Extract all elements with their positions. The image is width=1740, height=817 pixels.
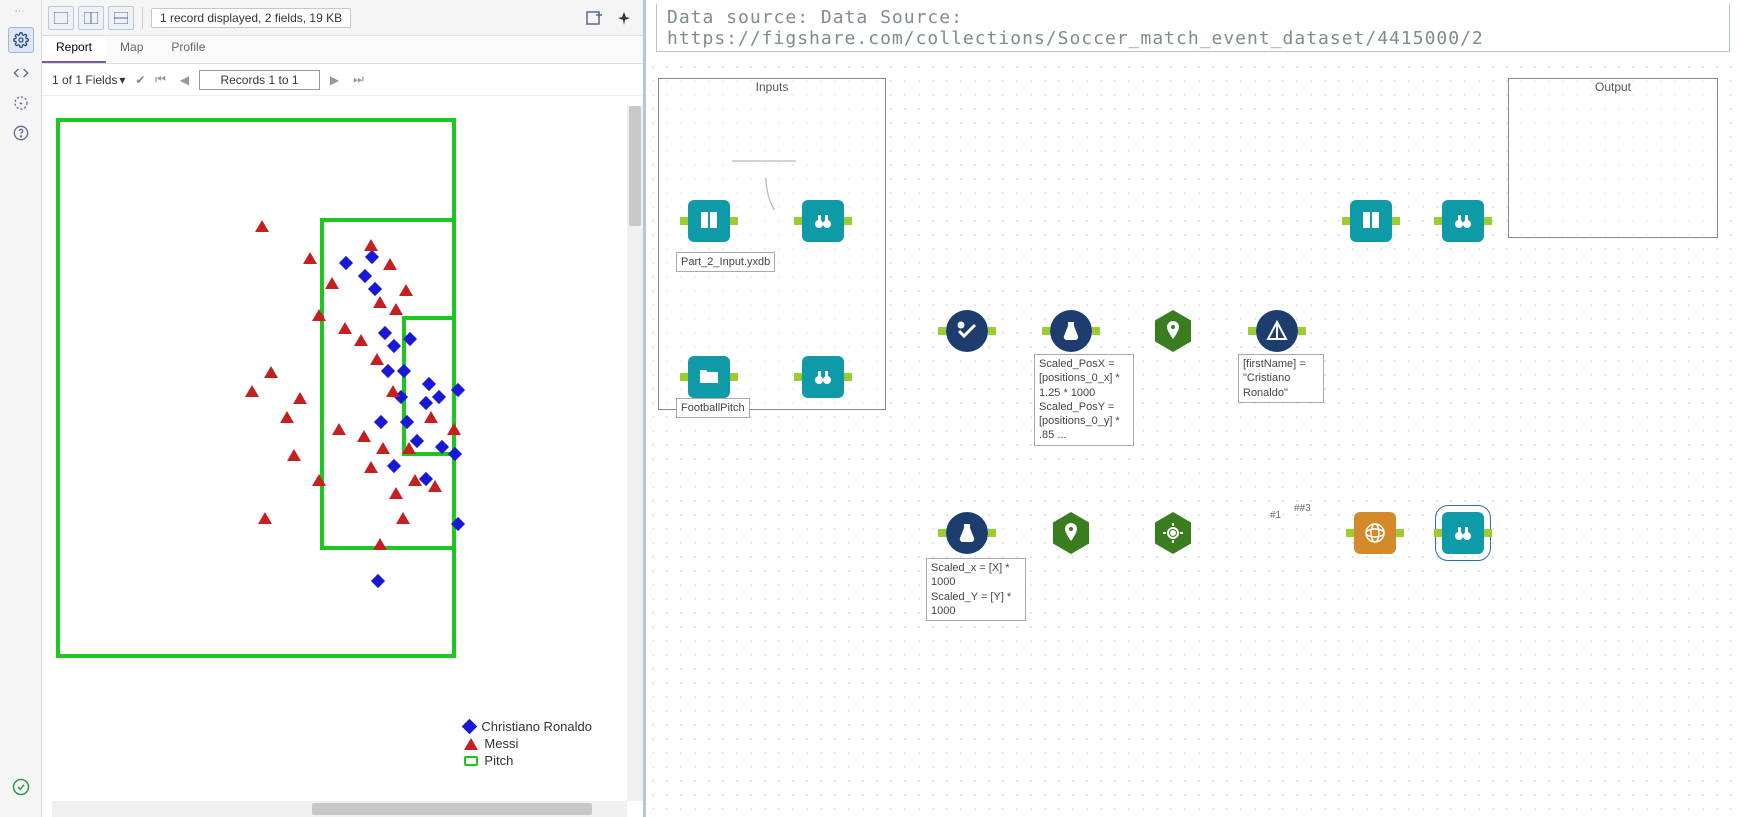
pin-icon[interactable]	[611, 6, 637, 30]
legend-triangle-icon	[464, 738, 478, 750]
data-point	[373, 538, 387, 550]
tool-filter[interactable]	[1256, 310, 1298, 352]
data-point	[428, 480, 442, 492]
tab-report[interactable]: Report	[42, 36, 106, 63]
check-icon[interactable]	[11, 777, 31, 797]
nav-next-icon[interactable]: ▶	[326, 71, 344, 89]
join-port-1: #1	[1270, 510, 1281, 521]
nav-last-icon[interactable]: ⏭	[350, 71, 368, 89]
legend-label-0: Christiano Ronaldo	[481, 719, 592, 734]
data-point	[332, 423, 346, 435]
chart-legend: Christiano Ronaldo Messi Pitch	[454, 711, 602, 776]
tool-reportmap[interactable]	[1354, 512, 1396, 554]
data-point	[287, 449, 301, 461]
data-point	[357, 430, 371, 442]
results-panel: 1 record displayed, 2 fields, 19 KB Repo…	[42, 0, 646, 817]
vertical-scrollbar[interactable]	[627, 106, 643, 801]
data-point	[264, 366, 278, 378]
legend-label-2: Pitch	[484, 753, 513, 768]
fields-label: 1 of 1 Fields	[52, 73, 117, 87]
tool-in2_browse[interactable]	[802, 356, 844, 398]
output-container[interactable]: Output	[1508, 78, 1718, 238]
layout-split-icon[interactable]	[78, 6, 104, 30]
data-point	[396, 512, 410, 524]
inputs-title: Inputs	[659, 78, 885, 96]
left-icon-bar: ⋯	[0, 0, 42, 817]
record-navigator: 1 of 1 Fields ▾ ✔ ⏮ ◀ Records 1 to 1 ▶ ⏭	[42, 64, 643, 96]
data-point	[293, 392, 307, 404]
data-point	[245, 385, 259, 397]
data-point	[383, 258, 397, 270]
horizontal-scrollbar[interactable]	[52, 801, 627, 817]
tab-map[interactable]: Map	[106, 36, 157, 63]
data-point	[370, 353, 384, 365]
fields-dropdown[interactable]: 1 of 1 Fields ▾	[48, 71, 129, 89]
add-panel-icon[interactable]	[581, 6, 607, 30]
record-status: 1 record displayed, 2 fields, 19 KB	[151, 8, 351, 28]
data-point	[258, 512, 272, 524]
results-toolbar: 1 record displayed, 2 fields, 19 KB	[42, 0, 643, 36]
tool-formula1[interactable]	[1050, 310, 1092, 352]
legend-diamond-icon	[462, 719, 478, 735]
legend-label-1: Messi	[484, 736, 518, 751]
nav-first-icon[interactable]: ⏮	[151, 71, 169, 89]
tool-in1_browse[interactable]	[802, 200, 844, 242]
data-point	[373, 296, 387, 308]
check-small-icon: ✔	[135, 73, 145, 87]
data-point	[364, 461, 378, 473]
tool-out_folder[interactable]	[1350, 200, 1392, 242]
view-tabs: Report Map Profile	[42, 36, 643, 64]
tool-out_browse[interactable]	[1442, 200, 1484, 242]
nav-prev-icon[interactable]: ◀	[175, 71, 193, 89]
code-icon[interactable]	[11, 63, 31, 83]
layout-single-icon[interactable]	[48, 6, 74, 30]
data-point	[424, 411, 438, 423]
tool-browse_final[interactable]	[1442, 512, 1484, 554]
data-point	[408, 474, 422, 486]
layout-stack-icon[interactable]	[108, 6, 134, 30]
data-point	[312, 309, 326, 321]
drag-handle-icon[interactable]: ⋯	[15, 6, 27, 17]
input2-filename: FootballPitch	[676, 398, 750, 418]
filter-annotation: [firstName] = "Cristiano Ronaldo"	[1238, 354, 1324, 403]
input1-filename: Part_2_Input.yxdb	[676, 252, 775, 272]
data-point	[255, 220, 269, 232]
tool-in2_folder[interactable]	[688, 356, 730, 398]
tool-in1_folder[interactable]	[688, 200, 730, 242]
data-point	[338, 322, 352, 334]
data-point	[399, 284, 413, 296]
formula2-annotation: Scaled_x = [X] * 1000 Scaled_Y = [Y] * 1…	[926, 558, 1026, 621]
workflow-canvas[interactable]: Data source: Data Source: https://figsha…	[646, 0, 1740, 817]
data-point	[389, 303, 403, 315]
formula1-annotation: Scaled_PosX = [positions_0_x] * 1.25 * 1…	[1034, 354, 1134, 446]
legend-pitch-icon	[464, 756, 478, 766]
data-point	[376, 442, 390, 454]
tool-formula2[interactable]	[946, 512, 988, 554]
report-viewport[interactable]: Christiano Ronaldo Messi Pitch	[42, 96, 643, 817]
data-point	[447, 423, 461, 435]
chevron-down-icon: ▾	[119, 73, 125, 87]
data-point	[312, 474, 326, 486]
tab-profile[interactable]: Profile	[157, 36, 219, 63]
data-point	[325, 277, 339, 289]
data-point	[280, 411, 294, 423]
target-icon[interactable]	[11, 93, 31, 113]
data-source-banner: Data source: Data Source: https://figsha…	[656, 4, 1730, 52]
data-point	[303, 252, 317, 264]
help-icon[interactable]	[11, 123, 31, 143]
join-port-3: ##3	[1294, 503, 1311, 514]
output-title: Output	[1509, 78, 1717, 96]
records-range: Records 1 to 1	[199, 70, 319, 90]
data-point	[389, 487, 403, 499]
data-point	[386, 385, 400, 397]
data-point	[364, 239, 378, 251]
data-point	[354, 334, 368, 346]
data-point	[402, 442, 416, 454]
gear-icon[interactable]	[8, 27, 34, 53]
tool-select[interactable]	[946, 310, 988, 352]
pitch-scatter-chart: Christiano Ronaldo Messi Pitch	[52, 106, 602, 776]
